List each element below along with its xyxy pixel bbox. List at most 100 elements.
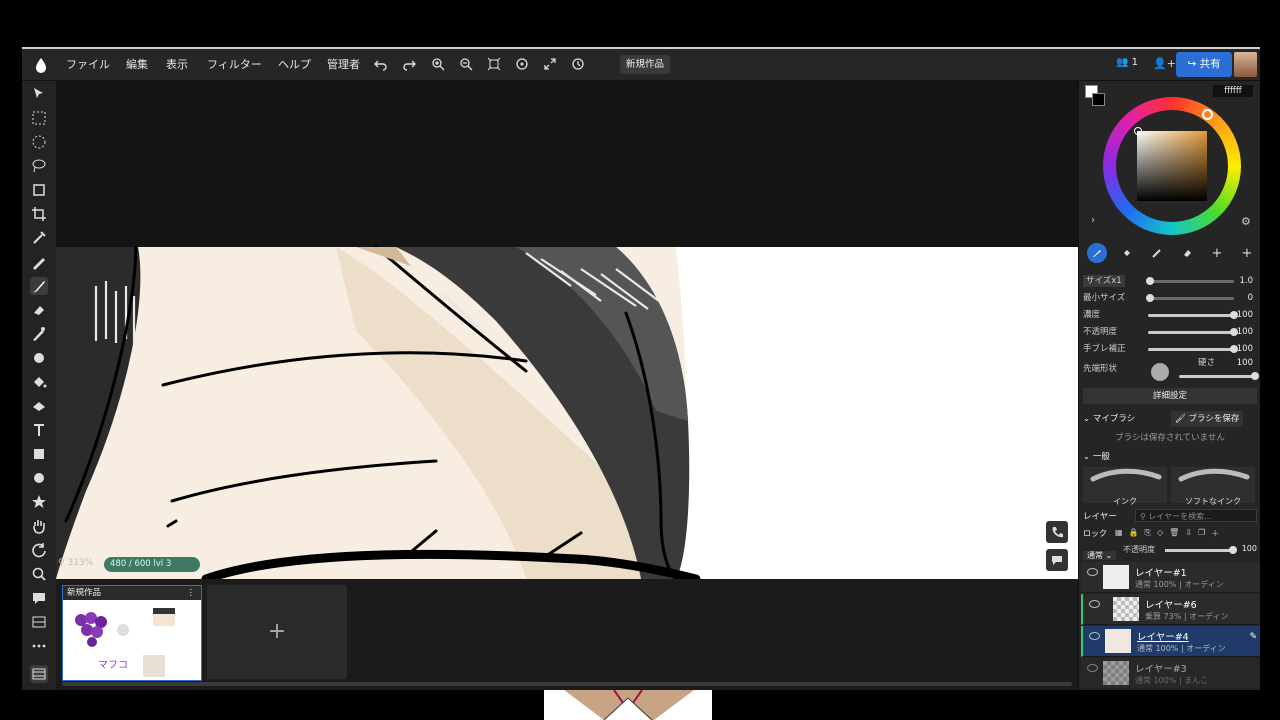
lasso-icon[interactable] bbox=[30, 157, 48, 175]
canvas-viewport[interactable]: ⚲ 313% 480 / 600 lvl 3 bbox=[56, 81, 1078, 579]
more-tools-icon[interactable] bbox=[30, 637, 48, 655]
artboard-toggle-icon[interactable] bbox=[30, 665, 48, 683]
brush-tab-3[interactable] bbox=[1147, 243, 1167, 263]
add-layer-icon[interactable]: ＋ bbox=[1211, 528, 1219, 540]
frame-tool-icon[interactable] bbox=[30, 613, 48, 631]
gear-icon[interactable]: ⚙ bbox=[1241, 215, 1251, 228]
comment-tool-icon[interactable] bbox=[30, 589, 48, 607]
merge-icon[interactable]: ⇩ bbox=[1185, 528, 1192, 540]
secondary-color-swatch[interactable] bbox=[1092, 93, 1105, 106]
canvas-artwork[interactable] bbox=[56, 81, 1078, 579]
clip-icon[interactable]: ⎘ bbox=[1145, 528, 1151, 540]
menu-filter[interactable]: フィルター bbox=[207, 49, 262, 80]
stabilizer-slider[interactable] bbox=[1148, 345, 1238, 353]
text-tool-icon[interactable] bbox=[30, 421, 48, 439]
layer-item-selected[interactable]: レイヤー#4 通常 100% | オーディン ✎ bbox=[1081, 626, 1260, 657]
layer-opacity-slider[interactable] bbox=[1165, 546, 1237, 554]
size-slider[interactable] bbox=[1146, 277, 1234, 285]
menu-view[interactable]: 表示 bbox=[166, 49, 188, 80]
layer-item[interactable]: レイヤー#1 通常 100% | オーディン bbox=[1081, 562, 1260, 593]
delete-icon[interactable]: 🗑 bbox=[1169, 528, 1179, 540]
saturation-value-square[interactable] bbox=[1137, 131, 1207, 201]
zoom-tool-icon[interactable] bbox=[30, 565, 48, 583]
save-brush-button[interactable]: 🖌 ブラシを保存 bbox=[1171, 411, 1244, 427]
brush-tab-2[interactable] bbox=[1117, 243, 1137, 263]
transform-icon[interactable] bbox=[30, 181, 48, 199]
reset-view-icon[interactable] bbox=[571, 57, 585, 71]
rect-select-icon[interactable] bbox=[30, 109, 48, 127]
layer-item[interactable]: レイヤー#6 乗算 73% | オーディン bbox=[1081, 594, 1260, 625]
pen-icon[interactable] bbox=[30, 253, 48, 271]
user-count[interactable]: 👥 1 bbox=[1116, 57, 1138, 68]
density-slider[interactable] bbox=[1148, 311, 1238, 319]
fullscreen-icon[interactable] bbox=[543, 57, 557, 71]
smudge-icon[interactable] bbox=[30, 349, 48, 367]
zoom-out-icon[interactable] bbox=[459, 57, 473, 71]
rotate-tool-icon[interactable] bbox=[30, 541, 48, 559]
star-shape-icon[interactable] bbox=[30, 493, 48, 511]
add-brush-tab-5[interactable]: + bbox=[1207, 243, 1227, 263]
fill-bucket-icon[interactable] bbox=[30, 373, 48, 391]
brush-icon[interactable] bbox=[30, 277, 48, 295]
tip-shape-preview[interactable] bbox=[1151, 363, 1169, 381]
hex-color-field[interactable]: ffffff bbox=[1213, 85, 1253, 97]
size-slider-knob[interactable] bbox=[1146, 277, 1154, 285]
menu-help[interactable]: ヘルプ bbox=[278, 49, 311, 80]
blend-mode-select[interactable]: 通常 ⌄ bbox=[1083, 551, 1117, 560]
chat-button[interactable] bbox=[1046, 549, 1068, 571]
sv-cursor[interactable] bbox=[1134, 127, 1142, 135]
hue-cursor[interactable] bbox=[1202, 109, 1213, 120]
general-header[interactable]: ⌄ 一般 bbox=[1083, 449, 1110, 465]
rect-shape-icon[interactable] bbox=[30, 445, 48, 463]
eye-icon[interactable] bbox=[1087, 664, 1098, 672]
move-tool-icon[interactable] bbox=[30, 85, 48, 103]
brush-preset-soft-ink[interactable]: ソフトなインク bbox=[1171, 467, 1255, 506]
brush-preset-ink[interactable]: インク bbox=[1083, 467, 1167, 506]
lock-icon[interactable]: 🔒 bbox=[1129, 528, 1139, 540]
menu-admin[interactable]: 管理者 bbox=[327, 49, 360, 80]
undo-icon[interactable] bbox=[374, 57, 388, 71]
ellipse-shape-icon[interactable] bbox=[30, 469, 48, 487]
document-tab[interactable]: 新規作品 bbox=[620, 55, 671, 74]
add-user-icon[interactable]: 👤+ bbox=[1153, 57, 1176, 70]
layer-search-input[interactable]: ⚲ レイヤーを検索... bbox=[1135, 509, 1257, 522]
menu-edit[interactable]: 編集 bbox=[126, 49, 148, 80]
min-size-slider[interactable] bbox=[1146, 294, 1234, 302]
eye-icon[interactable] bbox=[1089, 600, 1100, 608]
layer-opacity-knob[interactable] bbox=[1229, 546, 1237, 554]
blend-tool-icon[interactable] bbox=[30, 325, 48, 343]
chevron-right-icon[interactable]: › bbox=[1091, 215, 1095, 226]
fit-icon[interactable] bbox=[487, 57, 501, 71]
avatar[interactable] bbox=[1234, 52, 1257, 77]
opacity-slider[interactable] bbox=[1148, 328, 1238, 336]
brush-tab-1[interactable] bbox=[1087, 243, 1107, 263]
hand-tool-icon[interactable] bbox=[30, 517, 48, 535]
size-label[interactable]: サイズx1 bbox=[1083, 275, 1125, 287]
brush-tab-4[interactable] bbox=[1177, 243, 1197, 263]
hardness-knob[interactable] bbox=[1251, 372, 1259, 380]
min-size-knob[interactable] bbox=[1146, 294, 1154, 302]
crop-icon[interactable] bbox=[30, 205, 48, 223]
lock-transparency-icon[interactable]: ▦ bbox=[1115, 528, 1123, 540]
eyedropper-icon[interactable] bbox=[30, 229, 48, 247]
eraser-icon[interactable] bbox=[30, 301, 48, 319]
erase-icon[interactable]: ◇ bbox=[1157, 528, 1163, 540]
call-button[interactable] bbox=[1046, 521, 1068, 543]
add-brush-tab-6[interactable]: + bbox=[1237, 243, 1257, 263]
add-artboard-button[interactable]: + bbox=[207, 585, 347, 679]
artboard-scrollbar[interactable] bbox=[62, 682, 1072, 686]
duplicate-icon[interactable]: ❐ bbox=[1198, 528, 1205, 540]
detail-settings-button[interactable]: 詳細設定 bbox=[1083, 388, 1257, 404]
share-button[interactable]: ↪ 共有 bbox=[1176, 52, 1232, 77]
zoom-indicator[interactable]: ⚲ 313% bbox=[58, 558, 93, 568]
layer-item[interactable]: レイヤー#3 通常 100% | まんこ bbox=[1081, 658, 1260, 689]
ellipse-select-icon[interactable] bbox=[30, 133, 48, 151]
zoom-in-icon[interactable] bbox=[431, 57, 445, 71]
rotate-icon[interactable] bbox=[515, 57, 529, 71]
app-logo-icon[interactable] bbox=[34, 57, 48, 73]
eye-icon[interactable] bbox=[1087, 568, 1098, 576]
redo-icon[interactable] bbox=[402, 57, 416, 71]
artboard-thumbnail[interactable]: 新規作品 ⋮ マフコ bbox=[62, 585, 202, 681]
hardness-slider[interactable] bbox=[1179, 372, 1259, 380]
gradient-icon[interactable] bbox=[30, 397, 48, 415]
